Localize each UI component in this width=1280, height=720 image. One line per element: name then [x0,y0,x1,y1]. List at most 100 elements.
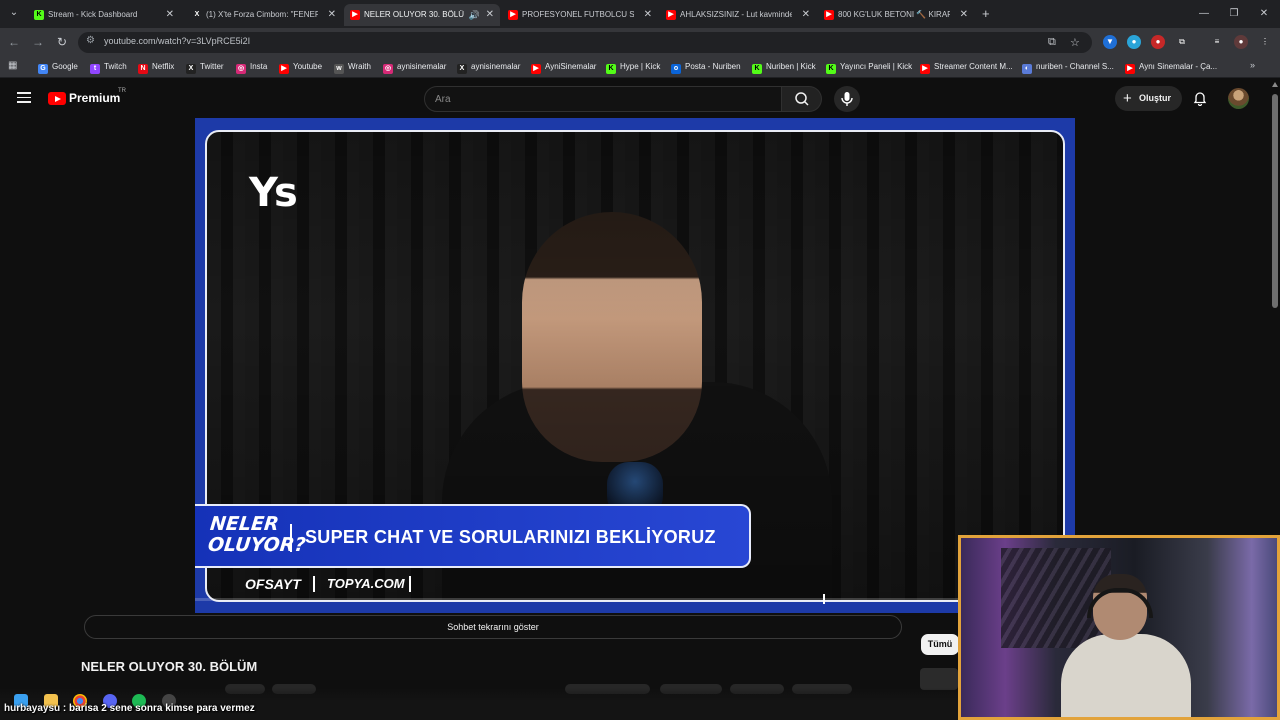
scrollbar-thumb[interactable] [1272,94,1278,308]
filter-chip-all[interactable]: Tümü [921,634,959,655]
tab-profesyonel[interactable]: ▶ PROFESYONEL FUTBOLCU SEN ✕ [502,4,658,26]
instagram-icon: ◎ [236,64,246,74]
bookmark-twitter[interactable]: X Twitter [186,60,224,74]
tab-x-post[interactable]: X (1) X'te Forza Cimbom: "FENER ✕ [186,4,342,26]
netflix-icon: N [138,64,148,74]
bookmark-nuriben-kick[interactable]: K Nuriben | Kick [752,60,816,74]
create-button[interactable]: + Oluştur [1115,86,1182,111]
cast-icon[interactable]: ⧉ [1048,36,1056,49]
search-button[interactable] [782,86,822,112]
x-icon: X [194,11,200,18]
bookmark-youtube[interactable]: ▶ Youtube [279,60,322,74]
tab-ahlaksizsiniz[interactable]: ▶ AHLAKSIZSINIZ - Lut kavminde ✕ [660,4,816,26]
google-icon: G [38,64,48,74]
new-tab-icon[interactable]: + [982,4,996,24]
kick-icon: K [606,64,616,74]
tab-title: (1) X'te Forza Cimbom: "FENER [206,10,318,19]
recommended-thumbnail[interactable] [920,668,958,690]
streamer-facecam [958,535,1280,720]
notifications-bell-icon[interactable] [1192,90,1208,107]
close-icon[interactable]: ✕ [486,4,494,26]
close-window-icon[interactable]: ✕ [1256,4,1272,24]
plus-icon: + [1123,90,1132,107]
youtube-icon: ▶ [350,10,360,20]
bookmark-aynisinemalar-ig[interactable]: ◎ aynisinemalar [383,60,446,74]
account-avatar[interactable] [1228,88,1249,109]
extensions-puzzle-icon[interactable]: ⧉ [1175,35,1189,49]
lower-third-divider [290,524,292,552]
bookmark-insta[interactable]: ◎ Insta [236,60,267,74]
tab-title: Stream - Kick Dashboard [48,10,138,19]
bookmark-yayinci-paneli[interactable]: K Yayıncı Paneli | Kick [826,60,912,74]
vpn-extension-icon[interactable]: ▼ [1103,35,1117,49]
close-icon[interactable]: ✕ [960,4,968,26]
premium-logo-text[interactable]: Premium [69,91,120,105]
bookmark-star-icon[interactable]: ☆ [1070,36,1080,49]
video-title: NELER OLUYOR 30. BÖLÜM [81,659,258,674]
streamer-hoodie [1061,634,1191,717]
video-player[interactable]: Ys NELER OLUYOR? SUPER CHAT VE SORULARIN… [195,118,1075,613]
extension-icon[interactable]: ● [1127,35,1141,49]
youtube-studio-icon: ◐ [1022,64,1032,74]
tab-kick-dashboard[interactable]: K Stream - Kick Dashboard ✕ [28,4,180,26]
bookmark-aynisinemalar-yt[interactable]: ▶ AyniSinemalar [531,60,596,74]
close-icon[interactable]: ✕ [166,4,174,26]
apps-grid-icon[interactable]: ▦ [8,60,17,71]
channel-watermark-logo: Ys [249,170,298,216]
bookmark-posta[interactable]: o Posta - Nuriben [671,60,741,74]
close-icon[interactable]: ✕ [328,4,336,26]
tab-title: NELER OLUYOR 30. BÖLÜM [364,10,464,19]
tab-800kg[interactable]: ▶ 800 KG'LUK BETONI 🔨 KIRAR ✕ [818,4,974,26]
bookmark-wraith[interactable]: w Wraith [334,60,371,74]
tab-title: PROFESYONEL FUTBOLCU SEN [522,10,634,19]
adblock-extension-icon[interactable]: ● [1151,35,1165,49]
more-bookmarks-icon[interactable]: » [1250,60,1255,70]
site-info-icon[interactable]: ⚙ [86,35,95,46]
reload-icon[interactable]: ↻ [54,34,70,50]
bookmark-label: Google [52,62,78,71]
kick-icon: K [34,10,44,20]
bookmark-ayni-sinemalar[interactable]: ▶ Aynı Sinemalar - Ça... [1125,60,1217,74]
close-icon[interactable]: ✕ [802,4,810,26]
voice-search-button[interactable] [834,86,860,112]
sponsor-divider [313,576,315,592]
bookmark-label: Netflix [152,62,175,71]
sponsor-ofsayt: OFSAYT [245,576,301,592]
tab-search-icon[interactable]: ⌄ [6,5,22,21]
bookmark-nuriben-channel[interactable]: ◐ nuriben - Channel S... [1022,60,1114,74]
search-input[interactable] [425,87,781,111]
bookmark-label: Wraith [348,62,371,71]
bookmark-google[interactable]: G Google [38,60,78,74]
chat-username: hurbayaysu [4,703,61,714]
create-label: Oluştur [1139,93,1172,103]
bookmark-streamer-content[interactable]: ▶ Streamer Content M... [920,60,1013,74]
menu-icon[interactable] [17,92,31,103]
bookmark-hype-kick[interactable]: K Hype | Kick [606,60,660,74]
youtube-icon: ▶ [508,10,518,20]
bookmark-netflix[interactable]: N Netflix [138,60,174,74]
instagram-icon: ◎ [383,64,393,74]
media-control-icon[interactable]: ≡ [1210,35,1224,49]
youtube-icon: ▶ [531,64,541,74]
profile-icon[interactable]: ● [1234,35,1248,49]
tab-neler-oluyor[interactable]: ▶ NELER OLUYOR 30. BÖLÜM 🔊 ✕ [344,4,500,26]
forward-icon[interactable]: → [30,34,46,50]
progress-scrubber[interactable] [823,594,826,604]
bookmark-aynisinemalar-x[interactable]: Xaynisinemalar [457,60,520,74]
kick-icon: K [752,64,762,74]
bookmark-label: AyniSinemalar [545,62,597,71]
menu-dots-icon[interactable]: ⋮ [1258,35,1272,49]
scroll-up-arrow-icon[interactable] [1272,82,1278,87]
bookmark-twitch[interactable]: t Twitch [90,60,127,74]
restore-icon[interactable]: ❐ [1226,4,1242,24]
back-icon[interactable]: ← [6,34,22,50]
show-logo-line1: NELER [209,513,280,535]
youtube-icon: ▶ [920,64,930,74]
video-progress-bar[interactable] [195,594,1075,604]
show-chat-replay-button[interactable]: Sohbet tekrarını göster [84,615,902,639]
youtube-logo-icon[interactable] [48,92,66,105]
address-bar[interactable]: ⚙ youtube.com/watch?v=3LVpRCE5i2I ⧉ ☆ [78,32,1092,53]
speaker-icon[interactable]: 🔊 [469,4,480,26]
minimize-icon[interactable]: — [1196,4,1212,24]
close-icon[interactable]: ✕ [644,4,652,26]
